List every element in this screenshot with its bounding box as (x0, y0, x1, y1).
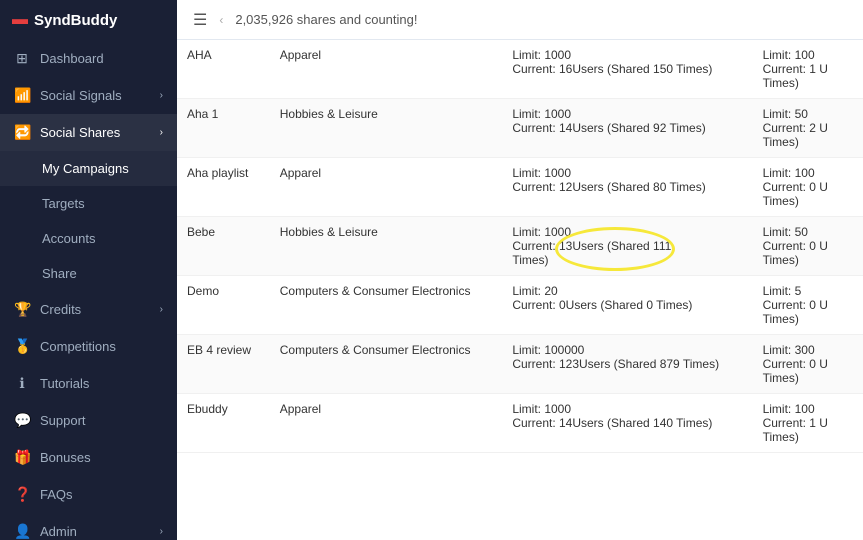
table-row: EbuddyApparelLimit: 1000Current: 14Users… (177, 394, 863, 453)
main-content: ☰ ‹ 2,035,926 shares and counting! AHAAp… (177, 0, 863, 540)
credits-icon: 🏆 (14, 301, 30, 318)
campaign-col4: Limit: 100Current: 0 UTimes) (753, 158, 863, 217)
campaign-name: Aha 1 (177, 99, 270, 158)
sidebar-item-bonuses[interactable]: 🎁 Bonuses (0, 439, 177, 476)
sidebar-item-accounts[interactable]: Accounts (0, 221, 177, 256)
campaign-name: AHA (177, 40, 270, 99)
social-signals-icon: 📶 (14, 87, 30, 104)
faqs-icon: ❓ (14, 486, 30, 503)
sidebar-item-label-credits: Credits (40, 302, 81, 317)
dashboard-icon: ⊞ (14, 50, 30, 67)
logo-text: SyndBuddy (34, 12, 117, 29)
sidebar-item-competitions[interactable]: 🥇 Competitions (0, 328, 177, 365)
campaign-name: Aha playlist (177, 158, 270, 217)
sidebar-item-label-competitions: Competitions (40, 339, 116, 354)
campaign-category: Computers & Consumer Electronics (270, 276, 503, 335)
campaign-col4: Limit: 50Current: 2 UTimes) (753, 99, 863, 158)
share-count: 2,035,926 shares and counting! (235, 12, 417, 27)
campaign-category: Apparel (270, 394, 503, 453)
campaign-col3: Limit: 1000Current: 13Users (Shared 111T… (502, 217, 752, 276)
campaign-col3: Limit: 20Current: 0Users (Shared 0 Times… (502, 276, 752, 335)
campaign-col3: Limit: 1000Current: 16Users (Shared 150 … (502, 40, 752, 99)
table-row: AHAApparelLimit: 1000Current: 16Users (S… (177, 40, 863, 99)
tutorials-icon: ℹ (14, 375, 30, 392)
admin-arrow-icon: › (160, 526, 163, 537)
campaign-col3: Limit: 1000Current: 14Users (Shared 140 … (502, 394, 752, 453)
sidebar-item-label-faqs: FAQs (40, 487, 73, 502)
breadcrumb-arrow: ‹ (219, 13, 223, 27)
sidebar-item-targets[interactable]: Targets (0, 186, 177, 221)
sidebar-item-label-support: Support (40, 413, 86, 428)
table-row: BebeHobbies & LeisureLimit: 1000Current:… (177, 217, 863, 276)
hamburger-icon[interactable]: ☰ (193, 10, 207, 30)
campaign-category: Hobbies & Leisure (270, 99, 503, 158)
campaign-col3: Limit: 1000Current: 12Users (Shared 80 T… (502, 158, 752, 217)
social-shares-arrow-icon: › (160, 127, 163, 138)
admin-icon: 👤 (14, 523, 30, 540)
table-row: DemoComputers & Consumer ElectronicsLimi… (177, 276, 863, 335)
sidebar-item-share[interactable]: Share (0, 256, 177, 291)
sidebar-nav: ⊞ Dashboard 📶 Social Signals › 🔁 Social Shares… (0, 40, 177, 540)
content-area: AHAApparelLimit: 1000Current: 16Users (S… (177, 40, 863, 540)
sidebar-item-label-accounts: Accounts (42, 231, 95, 246)
campaign-category: Hobbies & Leisure (270, 217, 503, 276)
campaign-name: Bebe (177, 217, 270, 276)
support-icon: 💬 (14, 412, 30, 429)
sidebar-item-label-social-signals: Social Signals (40, 88, 122, 103)
table-row: Aha 1Hobbies & LeisureLimit: 1000Current… (177, 99, 863, 158)
table-row: EB 4 reviewComputers & Consumer Electron… (177, 335, 863, 394)
sidebar-item-faqs[interactable]: ❓ FAQs (0, 476, 177, 513)
campaign-col4: Limit: 100Current: 1 UTimes) (753, 40, 863, 99)
competitions-icon: 🥇 (14, 338, 30, 355)
sidebar-item-label-my-campaigns: My Campaigns (42, 161, 129, 176)
bonuses-icon: 🎁 (14, 449, 30, 466)
campaign-name: EB 4 review (177, 335, 270, 394)
campaign-name: Ebuddy (177, 394, 270, 453)
social-shares-icon: 🔁 (14, 124, 30, 141)
campaign-col4: Limit: 5Current: 0 UTimes) (753, 276, 863, 335)
logo: ▬ SyndBuddy (0, 0, 177, 40)
sidebar-item-tutorials[interactable]: ℹ Tutorials (0, 365, 177, 402)
campaign-col4: Limit: 50Current: 0 UTimes) (753, 217, 863, 276)
campaign-category: Apparel (270, 40, 503, 99)
sidebar-item-social-signals[interactable]: 📶 Social Signals › (0, 77, 177, 114)
sidebar-item-label-admin: Admin (40, 524, 77, 539)
sidebar-item-support[interactable]: 💬 Support (0, 402, 177, 439)
sidebar-item-label-bonuses: Bonuses (40, 450, 91, 465)
campaign-col3: Limit: 1000Current: 14Users (Shared 92 T… (502, 99, 752, 158)
sidebar-item-label-tutorials: Tutorials (40, 376, 89, 391)
sidebar-item-dashboard[interactable]: ⊞ Dashboard (0, 40, 177, 77)
campaign-category: Computers & Consumer Electronics (270, 335, 503, 394)
campaigns-table: AHAApparelLimit: 1000Current: 16Users (S… (177, 40, 863, 453)
campaign-name: Demo (177, 276, 270, 335)
topbar: ☰ ‹ 2,035,926 shares and counting! (177, 0, 863, 40)
credits-arrow-icon: › (160, 304, 163, 315)
sidebar-item-label-dashboard: Dashboard (40, 51, 104, 66)
sidebar: ▬ SyndBuddy ⊞ Dashboard 📶 Social Signals › 🔁 S… (0, 0, 177, 540)
sidebar-item-admin[interactable]: 👤 Admin › (0, 513, 177, 540)
campaign-col4: Limit: 300Current: 0 UTimes) (753, 335, 863, 394)
sidebar-item-label-targets: Targets (42, 196, 85, 211)
campaign-category: Apparel (270, 158, 503, 217)
sidebar-item-label-social-shares: Social Shares (40, 125, 120, 140)
social-signals-arrow-icon: › (160, 90, 163, 101)
sidebar-item-label-share: Share (42, 266, 77, 281)
sidebar-item-my-campaigns[interactable]: My Campaigns (0, 151, 177, 186)
logo-icon: ▬ (12, 11, 28, 29)
sidebar-item-social-shares[interactable]: 🔁 Social Shares › (0, 114, 177, 151)
table-row: Aha playlistApparelLimit: 1000Current: 1… (177, 158, 863, 217)
campaign-col4: Limit: 100Current: 1 UTimes) (753, 394, 863, 453)
campaign-col3: Limit: 100000Current: 123Users (Shared 8… (502, 335, 752, 394)
sidebar-item-credits[interactable]: 🏆 Credits › (0, 291, 177, 328)
